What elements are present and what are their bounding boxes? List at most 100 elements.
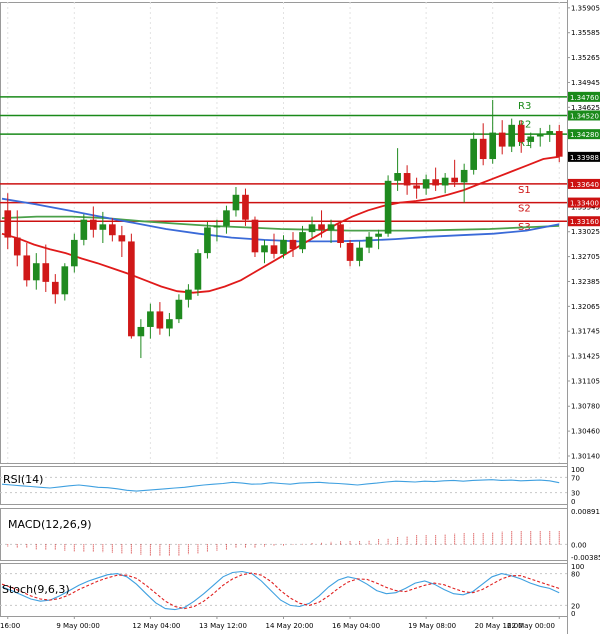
macd-panel (0, 530, 567, 556)
candle (156, 302, 164, 335)
time-tick-label: 16:00 (0, 622, 20, 630)
candle (289, 232, 297, 257)
candle (489, 99, 497, 164)
price-tick-label: 1.31105 (571, 377, 600, 385)
candle-body (80, 219, 88, 240)
candle-body (508, 124, 516, 147)
time-tick-label: 22 May 00:00 (507, 622, 555, 630)
time-tick-label: 12 May 04:00 (132, 622, 180, 630)
candle-body (489, 132, 497, 160)
candle (147, 303, 154, 339)
candle-body (270, 245, 278, 254)
candle-body (536, 134, 544, 137)
candle-body (185, 289, 192, 300)
candle (194, 249, 202, 296)
candle-body (232, 194, 240, 211)
candle (261, 239, 268, 264)
candle (356, 241, 363, 267)
macd-tick-label: -0.003851 (571, 554, 600, 562)
candle-body (42, 263, 50, 282)
macd-tick-label: 0.008918 (571, 508, 600, 516)
candle (508, 118, 516, 153)
candle-body (375, 233, 382, 237)
rsi-panel (0, 476, 567, 494)
candle-body (137, 326, 145, 337)
candle-body (280, 239, 287, 254)
candle-body (156, 311, 164, 329)
candle-body (32, 263, 40, 281)
candle-body (51, 281, 59, 295)
stoch-d-line (1, 572, 560, 610)
rsi-line (1, 479, 560, 492)
stoch-title: Stoch(9,6,3) (2, 583, 70, 596)
rsi-tick-label: 100 (571, 466, 584, 474)
candle-body (90, 219, 97, 230)
candle-body (460, 169, 468, 183)
level-name-r3: R3 (518, 101, 531, 112)
candle (213, 219, 221, 242)
level-price-label: 1.34280 (570, 131, 599, 139)
candle-body (70, 239, 78, 267)
candle (451, 159, 458, 188)
time-tick-label: 9 May 00:00 (56, 622, 100, 630)
candle-body (147, 311, 154, 327)
candle (270, 233, 278, 259)
candle-body (479, 138, 487, 160)
stoch-tick-label: 0 (571, 610, 575, 618)
candle-body (118, 235, 126, 242)
stochastic-panel (0, 570, 567, 611)
candle (223, 205, 230, 234)
candle-body (204, 227, 211, 254)
price-tick-label: 1.30140 (571, 453, 600, 461)
candle-body (470, 138, 477, 170)
price-tick-label: 1.30780 (571, 403, 600, 411)
time-tick-label: 16 May 04:00 (332, 622, 380, 630)
candle-body (61, 266, 69, 295)
candle (70, 233, 78, 273)
candle (536, 127, 544, 147)
price-tick-label: 1.32385 (571, 278, 600, 286)
candle (185, 284, 192, 308)
candle-body (451, 177, 458, 183)
level-name-s1: S1 (518, 185, 531, 196)
candle (413, 177, 420, 199)
candle-body (384, 180, 392, 234)
candle (327, 219, 335, 243)
price-tick-label: 1.31745 (571, 328, 600, 336)
level-price-label: 1.34520 (570, 113, 599, 121)
price-tick-label: 1.33025 (571, 228, 600, 236)
price-tick-label: 1.30460 (571, 428, 600, 436)
macd-title: MACD(12,26,9) (8, 518, 92, 531)
level-price-label: 1.33640 (570, 181, 599, 189)
panel-border-2 (0, 508, 568, 561)
candle (251, 216, 259, 257)
candle-body (498, 132, 506, 147)
candle (32, 253, 40, 290)
candle (232, 187, 240, 217)
level-name-s2: S2 (518, 204, 531, 215)
candle-body (527, 136, 535, 142)
candle-body (299, 232, 306, 250)
candle-body (166, 319, 173, 329)
candle-body (318, 224, 325, 230)
candle-body (413, 185, 420, 189)
candle-body (365, 236, 373, 248)
candle-body (194, 253, 202, 290)
candle (90, 206, 97, 238)
candle (23, 242, 31, 287)
candle (460, 163, 468, 203)
price-tick-label: 1.35265 (571, 54, 600, 62)
candle (51, 274, 59, 304)
price-tick-label: 1.32705 (571, 253, 600, 261)
candle-body (356, 247, 363, 261)
candle (546, 124, 554, 142)
macd-tick-label: 0.00 (571, 541, 587, 549)
price-tick-label: 1.35585 (571, 29, 600, 37)
candle (346, 239, 354, 267)
candle (384, 175, 392, 237)
rsi-tick-label: 70 (571, 474, 580, 482)
rsi-title: RSI(14) (3, 473, 43, 486)
time-axis: 16:00 9 May 00:00 12 May 04:00 13 May 12:00… (0, 616, 560, 630)
candle-body (337, 224, 344, 243)
candle-body (23, 255, 31, 281)
